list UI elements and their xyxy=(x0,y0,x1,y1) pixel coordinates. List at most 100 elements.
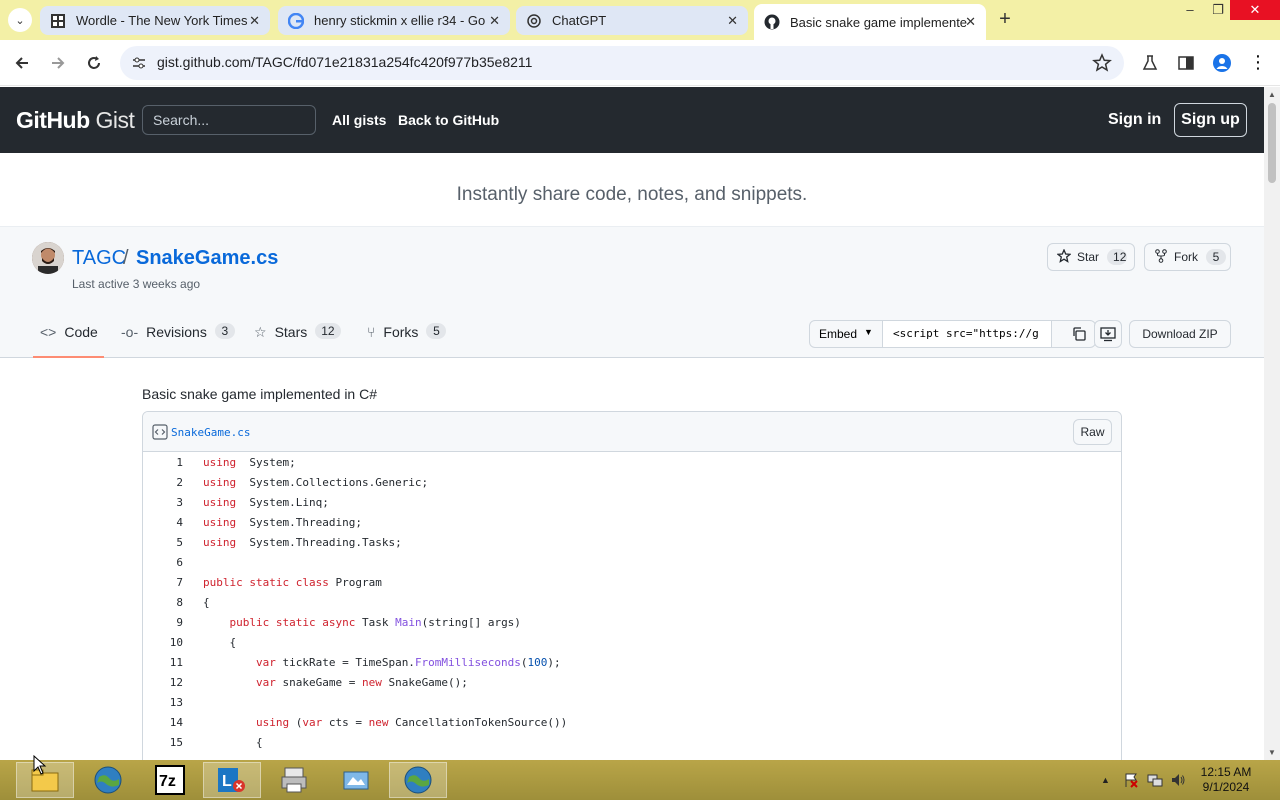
reload-icon[interactable] xyxy=(83,52,105,74)
line-number[interactable]: 15 xyxy=(143,733,183,753)
tray-expand-icon[interactable]: ▲ xyxy=(1101,775,1110,785)
line-number[interactable]: 12 xyxy=(143,673,183,693)
code-icon: <> xyxy=(40,324,57,340)
close-tab-icon[interactable]: ✕ xyxy=(965,14,976,30)
tab-gist-active[interactable]: Basic snake game implemente ✕ xyxy=(754,4,986,40)
star-icon: ☆ xyxy=(254,324,267,340)
svg-text:L: L xyxy=(222,773,232,790)
copy-icon[interactable] xyxy=(1071,326,1087,342)
grid-icon xyxy=(50,13,66,29)
taskbar-explorer-icon[interactable] xyxy=(327,762,385,798)
avatar[interactable] xyxy=(32,242,64,274)
line-number[interactable]: 3 xyxy=(143,493,183,513)
code-text: using (var cts = new CancellationTokenSo… xyxy=(255,716,568,729)
forward-arrow-icon[interactable] xyxy=(47,52,69,74)
tab-google-search[interactable]: henry stickmin x ellie r34 - Go ✕ xyxy=(278,6,510,35)
code-line: 6 xyxy=(143,553,1121,573)
taskbar-printer-icon[interactable] xyxy=(265,762,323,798)
tab-search-icon[interactable]: ⌄ xyxy=(8,8,32,32)
commit-icon: -o- xyxy=(121,324,139,340)
taskbar-browser-globe-icon-active[interactable] xyxy=(389,762,447,798)
taskbar-clock[interactable]: 12:15 AM 9/1/2024 xyxy=(1196,765,1256,795)
fork-button[interactable]: Fork 5 xyxy=(1144,243,1231,271)
line-number[interactable]: 10 xyxy=(143,633,183,653)
fork-count: 5 xyxy=(1206,249,1226,265)
tab-forks[interactable]: ⑂ Forks 5 xyxy=(367,323,447,358)
kebab-menu-icon[interactable]: ⋮ xyxy=(1248,53,1268,73)
scrollbar-thumb[interactable] xyxy=(1268,103,1276,183)
labs-flask-icon[interactable] xyxy=(1140,53,1160,73)
line-number[interactable]: 7 xyxy=(143,573,183,593)
new-tab-plus-icon[interactable]: + xyxy=(993,8,1017,32)
close-tab-icon[interactable]: ✕ xyxy=(727,13,738,29)
taskbar-lync-icon[interactable]: L xyxy=(203,762,261,798)
scroll-up-arrow-icon[interactable]: ▲ xyxy=(1268,90,1276,99)
taskbar-7zip-icon[interactable]: 7z xyxy=(141,762,199,798)
gist-title-link[interactable]: SnakeGame.cs xyxy=(136,247,278,270)
raw-button[interactable]: Raw xyxy=(1073,419,1112,445)
fork-icon xyxy=(1154,248,1168,266)
scroll-down-arrow-icon[interactable]: ▼ xyxy=(1268,748,1276,757)
last-active-text: Last active 3 weeks ago xyxy=(72,277,201,291)
star-label: Star xyxy=(1077,250,1100,264)
sign-in-link[interactable]: Sign in xyxy=(1108,111,1161,129)
line-number[interactable]: 5 xyxy=(143,533,183,553)
url-text[interactable]: gist.github.com/TAGC/fd071e21831a254fc42… xyxy=(157,54,532,70)
sign-up-button[interactable]: Sign up xyxy=(1174,103,1247,137)
browser-tab-strip: ⌄ Wordle - The New York Times ✕ henry st… xyxy=(0,0,1280,40)
side-panel-icon[interactable] xyxy=(1176,53,1196,73)
page-scrollbar[interactable]: ▲ ▼ xyxy=(1264,87,1280,760)
close-tab-icon[interactable]: ✕ xyxy=(249,13,260,29)
open-desktop-button[interactable] xyxy=(1094,320,1122,348)
tray-flag-icon[interactable] xyxy=(1123,772,1139,791)
line-number[interactable]: 2 xyxy=(143,473,183,493)
tab-stars[interactable]: ☆ Stars 12 xyxy=(254,323,341,358)
bookmark-star-icon[interactable] xyxy=(1092,53,1112,73)
address-bar[interactable]: gist.github.com/TAGC/fd071e21831a254fc42… xyxy=(120,46,1124,80)
site-settings-icon[interactable] xyxy=(130,54,148,72)
line-number[interactable]: 13 xyxy=(143,693,183,713)
tab-chatgpt[interactable]: ChatGPT ✕ xyxy=(516,6,748,35)
logo-gist-text: Gist xyxy=(95,107,135,133)
back-arrow-icon[interactable] xyxy=(11,52,33,74)
file-header: SnakeGame.cs Raw xyxy=(143,412,1121,452)
star-button[interactable]: Star 12 xyxy=(1047,243,1135,271)
line-number[interactable]: 14 xyxy=(143,713,183,733)
download-zip-button[interactable]: Download ZIP xyxy=(1129,320,1231,348)
tab-code[interactable]: <> Code xyxy=(33,324,104,358)
chevron-down-icon[interactable]: ▼ xyxy=(864,327,873,337)
code-line: 9 public static async Task Main(string[]… xyxy=(143,613,1121,633)
line-number[interactable]: 1 xyxy=(143,453,183,473)
all-gists-link[interactable]: All gists xyxy=(332,112,386,128)
back-to-github-link[interactable]: Back to GitHub xyxy=(398,112,499,128)
embed-code-input[interactable]: <script src="https://g xyxy=(882,321,1052,347)
tab-revisions[interactable]: -o- Revisions 3 xyxy=(121,323,235,358)
taskbar-browser-globe-icon[interactable] xyxy=(79,762,137,798)
code-line: 4 using System.Threading; xyxy=(143,513,1121,533)
github-gist-logo[interactable]: GitHub Gist xyxy=(16,107,135,134)
github-icon xyxy=(764,14,780,30)
search-input[interactable]: Search... xyxy=(142,105,316,135)
embed-dropdown-label[interactable]: Embed xyxy=(819,327,857,341)
line-number[interactable]: 9 xyxy=(143,613,183,633)
line-number[interactable]: 8 xyxy=(143,593,183,613)
profile-avatar-icon[interactable] xyxy=(1212,53,1232,73)
tray-volume-icon[interactable] xyxy=(1170,772,1186,791)
svg-text:7z: 7z xyxy=(159,773,176,790)
code-line: 12 var snakeGame = new SnakeGame(); xyxy=(143,673,1121,693)
gist-owner-link[interactable]: TAGC xyxy=(72,247,126,270)
tab-title: ChatGPT xyxy=(552,13,607,28)
file-name-link[interactable]: SnakeGame.cs xyxy=(171,426,250,439)
close-window-icon[interactable]: ✕ xyxy=(1230,0,1280,20)
gist-pagehead: TAGC / SnakeGame.cs Last active 3 weeks … xyxy=(0,227,1264,358)
clock-time: 12:15 AM xyxy=(1200,765,1252,779)
tab-title: Wordle - The New York Times xyxy=(76,13,248,28)
line-number[interactable]: 11 xyxy=(143,653,183,673)
line-number[interactable]: 6 xyxy=(143,553,183,573)
clock-date: 9/1/2024 xyxy=(1202,780,1250,794)
path-separator: / xyxy=(123,247,129,269)
tray-network-icon[interactable] xyxy=(1147,772,1163,791)
line-number[interactable]: 4 xyxy=(143,513,183,533)
tab-wordle[interactable]: Wordle - The New York Times ✕ xyxy=(40,6,270,35)
close-tab-icon[interactable]: ✕ xyxy=(489,13,500,29)
